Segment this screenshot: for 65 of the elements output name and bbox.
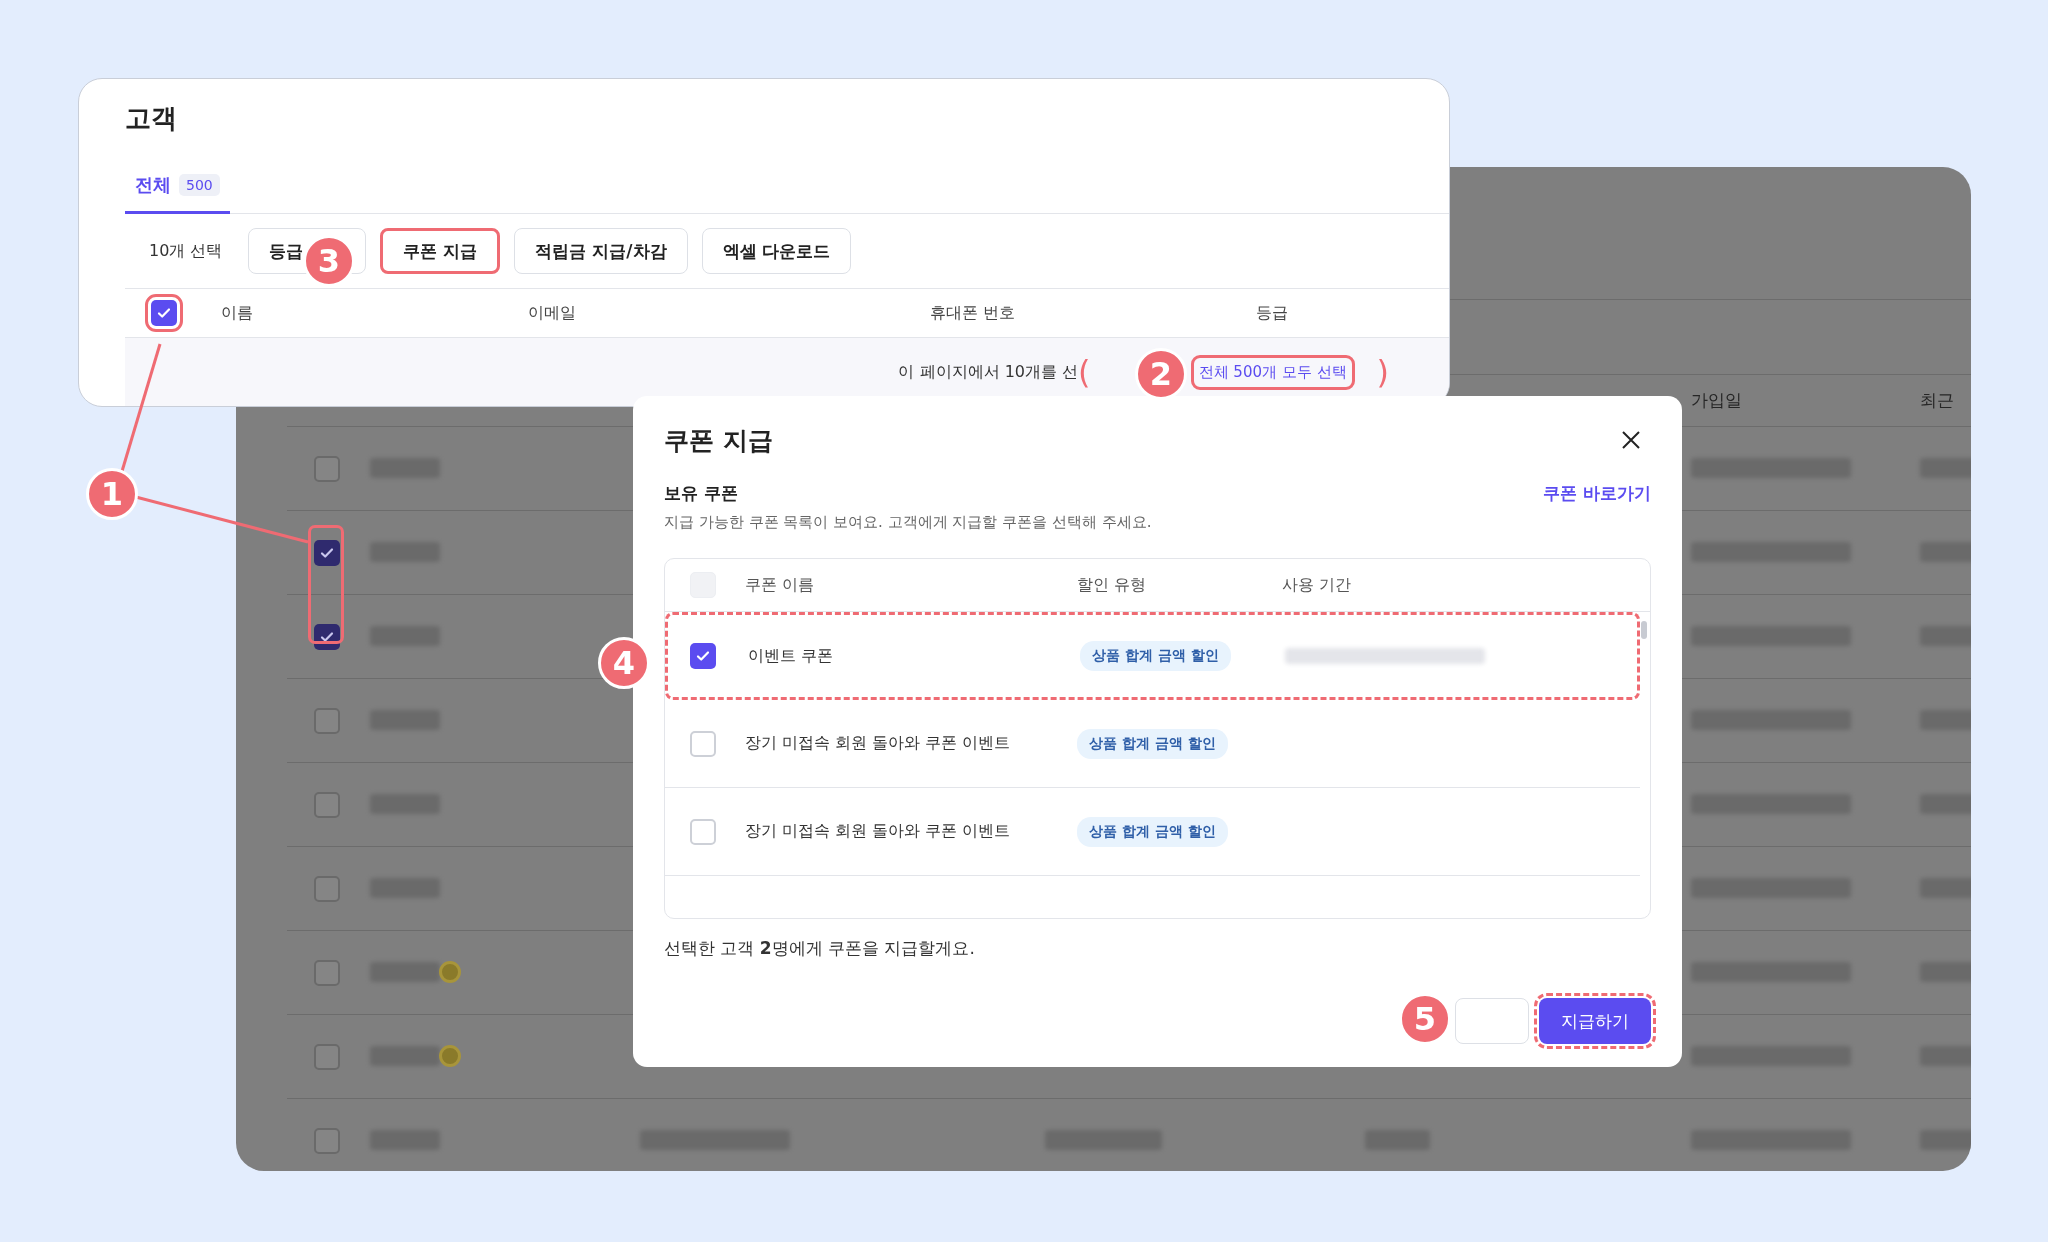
check-icon <box>696 649 710 663</box>
row-checkbox[interactable] <box>314 791 340 818</box>
blurred-date <box>1920 1130 1971 1150</box>
coupon-row[interactable]: 장기 미접속 회원 돌아와 쿠폰 이벤트 상품 합계 금액 할인 <box>665 788 1640 876</box>
row-checkbox[interactable] <box>314 875 340 902</box>
row-checkbox[interactable] <box>314 455 340 482</box>
select-all-link[interactable]: 전체 500개 모두 선택 <box>1190 354 1355 390</box>
discount-type-tag: 상품 합계 금액 할인 <box>1080 641 1231 671</box>
selection-count: 10개 선택 <box>149 240 223 262</box>
blurred-date <box>1920 878 1971 898</box>
summary-text: 선택한 고객 2명에게 쿠폰을 지급할게요. <box>664 937 976 960</box>
discount-type-tag: 상품 합계 금액 할인 <box>1077 728 1228 759</box>
blurred-date <box>1920 962 1971 982</box>
column-header: 등급 <box>1256 302 1289 324</box>
dialog-title: 쿠폰 지급 <box>664 424 773 457</box>
row-checkbox[interactable] <box>314 707 340 734</box>
check-icon <box>157 306 171 320</box>
section-description: 지급 가능한 쿠폰 목록이 보여요. 고객에게 지급할 쿠폰을 선택해 주세요. <box>664 513 1153 532</box>
row-checkbox[interactable] <box>314 1127 340 1154</box>
column-header: 쿠폰 이름 <box>745 574 816 596</box>
coupon-row[interactable]: 이벤트 쿠폰 상품 합계 금액 할인 <box>665 612 1640 700</box>
bracket-mark: ) <box>1376 356 1389 388</box>
action-button[interactable]: 쿠폰 지급 <box>380 228 501 274</box>
column-header: 할인 유형 <box>1077 574 1148 596</box>
column-header: 이메일 <box>528 302 577 324</box>
banner-text: 이 페이지에서 10개를 선 <box>898 361 1079 383</box>
check-icon <box>320 629 334 644</box>
column-header: 가입일 <box>1691 389 1743 412</box>
count-badge: 500 <box>179 174 220 196</box>
blurred-date <box>1920 710 1971 730</box>
grade-coin-icon <box>439 961 461 983</box>
close-icon <box>1621 430 1641 450</box>
column-header: 휴대폰 번호 <box>930 302 1017 324</box>
action-button[interactable]: 엑셀 다운로드 <box>701 228 852 274</box>
page-title: 고객 <box>125 102 178 135</box>
row-checkbox[interactable] <box>314 1043 340 1070</box>
row-checkbox[interactable] <box>690 643 716 669</box>
coupon-name: 장기 미접속 회원 돌아와 쿠폰 이벤트 <box>745 821 1012 842</box>
coupon-name: 이벤트 쿠폰 <box>748 645 835 667</box>
coupon-link[interactable]: 쿠폰 바로가기 <box>1543 482 1651 505</box>
cancel-button[interactable] <box>1455 998 1529 1044</box>
step-number-badge: 1 <box>86 468 138 520</box>
coupon-name: 장기 미접속 회원 돌아와 쿠폰 이벤트 <box>745 733 1012 754</box>
blurred-date <box>1920 794 1971 814</box>
blurred-date <box>1920 626 1971 646</box>
blurred-name <box>370 1046 440 1066</box>
discount-type-tag: 상품 합계 금액 할인 <box>1077 816 1228 847</box>
blurred-date <box>1920 542 1971 562</box>
column-header: 최근 <box>1920 389 1955 412</box>
tab-label: 전체 <box>135 173 171 197</box>
blurred-date <box>1920 458 1971 478</box>
column-header: 사용 기간 <box>1282 574 1353 596</box>
row-checkbox[interactable] <box>314 959 340 986</box>
coupon-row[interactable]: 장기 미접속 회원 돌아와 쿠폰 이벤트 상품 합계 금액 할인 <box>665 700 1640 788</box>
grade-coin-icon <box>439 1045 461 1067</box>
blurred-date <box>1920 1046 1971 1066</box>
tab[interactable]: 전체 500 <box>125 173 230 214</box>
column-header: 이름 <box>221 302 254 324</box>
section-title: 보유 쿠폰 <box>664 482 738 505</box>
scrollbar-thumb[interactable] <box>1641 621 1647 639</box>
check-icon <box>320 545 334 560</box>
bracket-mark: ( <box>1078 356 1091 388</box>
blurred-name <box>370 962 440 982</box>
row-checkbox[interactable] <box>314 539 340 566</box>
action-button[interactable]: 적립금 지급/차감 <box>514 228 688 274</box>
